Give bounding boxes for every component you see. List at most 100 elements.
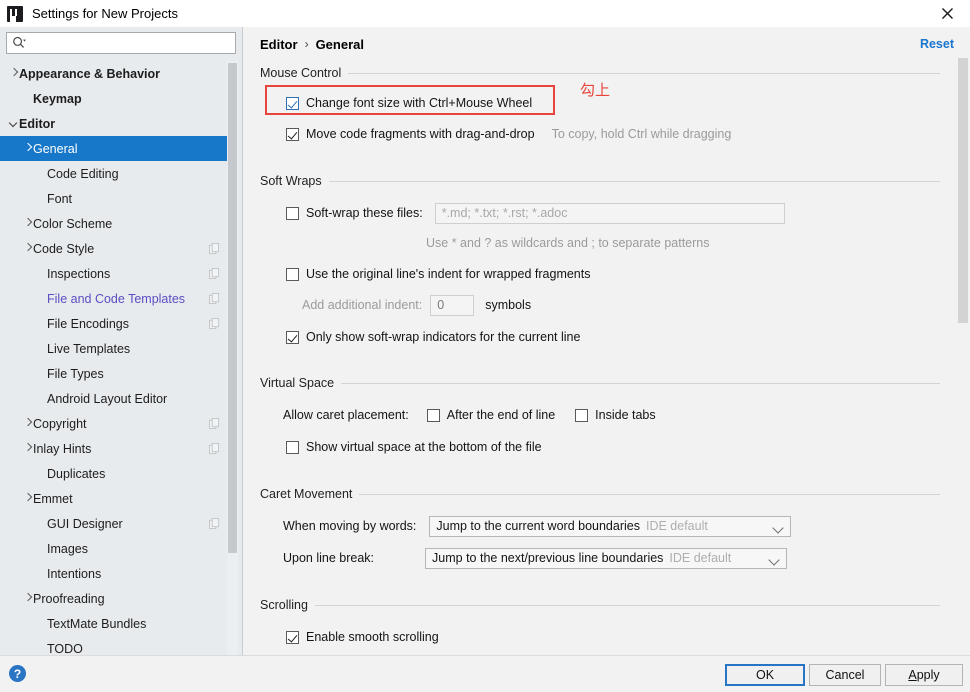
- sidebar-item-todo[interactable]: TODO: [0, 636, 232, 656]
- row-move-code-fragments[interactable]: Move code fragments with drag-and-drop T…: [286, 123, 940, 145]
- cancel-button[interactable]: Cancel: [809, 664, 881, 686]
- chevron-right-icon[interactable]: [22, 218, 33, 229]
- enable-smooth-scrolling-checkbox[interactable]: [286, 630, 299, 644]
- copy-settings-icon[interactable]: [209, 293, 220, 304]
- soft-wrap-files-input[interactable]: *.md; *.txt; *.rst; *.adoc: [434, 202, 785, 224]
- copy-settings-icon[interactable]: [209, 243, 220, 254]
- row-original-indent[interactable]: Use the original line's indent for wrapp…: [286, 263, 940, 285]
- sidebar-item-intentions[interactable]: Intentions: [0, 561, 232, 586]
- sidebar-item-file-and-code-templates[interactable]: File and Code Templates: [0, 286, 232, 311]
- search-box[interactable]: [6, 32, 236, 54]
- ok-button[interactable]: OK: [725, 664, 805, 686]
- reset-link[interactable]: Reset: [920, 37, 954, 51]
- help-icon[interactable]: ?: [9, 665, 26, 682]
- sidebar-item-copyright[interactable]: Copyright: [0, 411, 232, 436]
- change-font-size-label: Change font size with Ctrl+Mouse Wheel: [306, 96, 533, 110]
- content-scrollbar[interactable]: [957, 58, 969, 655]
- copy-settings-icon[interactable]: [209, 443, 220, 454]
- group-header-caret-movement: Caret Movement: [260, 484, 940, 504]
- chevron-down-icon: [768, 553, 780, 566]
- settings-tree[interactable]: Appearance & Behavior Keymap Editor General…: [0, 61, 232, 655]
- chevron-right-icon[interactable]: [22, 593, 33, 604]
- sidebar-item-keymap[interactable]: Keymap: [0, 86, 232, 111]
- sidebar-item-emmet[interactable]: Emmet: [0, 486, 232, 511]
- sidebar-item-code-style[interactable]: Code Style: [0, 236, 232, 261]
- inside-tabs-checkbox[interactable]: [575, 408, 589, 422]
- sidebar-item-font[interactable]: Font: [0, 186, 232, 211]
- after-end-of-line-checkbox[interactable]: [426, 408, 440, 422]
- copy-settings-icon[interactable]: [209, 518, 220, 529]
- row-change-font-size[interactable]: Change font size with Ctrl+Mouse Wheel: [286, 92, 940, 114]
- row-only-show-indicators[interactable]: Only show soft-wrap indicators for the c…: [286, 326, 940, 348]
- copy-settings-icon[interactable]: [209, 418, 220, 429]
- show-virtual-space-checkbox[interactable]: [286, 440, 299, 454]
- move-code-fragments-checkbox[interactable]: [286, 127, 299, 141]
- row-enable-smooth-scrolling[interactable]: Enable smooth scrolling: [286, 626, 940, 648]
- show-virtual-space-label: Show virtual space at the bottom of the …: [306, 440, 542, 454]
- row-show-virtual-space[interactable]: Show virtual space at the bottom of the …: [286, 436, 940, 458]
- sidebar-item-label: File Encodings: [47, 316, 129, 331]
- additional-indent-input[interactable]: 0: [430, 294, 475, 316]
- group-caret-movement: Caret Movement When moving by words: Jum…: [260, 484, 940, 569]
- sidebar-item-gui-designer[interactable]: GUI Designer: [0, 511, 232, 536]
- sidebar-item-label: Font: [47, 191, 73, 206]
- group-header-virtual-space: Virtual Space: [260, 373, 940, 393]
- sidebar-item-inspections[interactable]: Inspections: [0, 261, 232, 286]
- soft-wrap-files-checkbox[interactable]: [286, 206, 299, 220]
- sidebar-item-general[interactable]: General: [0, 136, 232, 161]
- sidebar-item-duplicates[interactable]: Duplicates: [0, 461, 232, 486]
- sidebar-item-label: Keymap: [33, 91, 82, 106]
- close-button[interactable]: [924, 0, 970, 27]
- sidebar-item-label: General: [33, 141, 78, 156]
- sidebar-item-inlay-hints[interactable]: Inlay Hints: [0, 436, 232, 461]
- sidebar-item-images[interactable]: Images: [0, 536, 232, 561]
- sidebar-item-live-templates[interactable]: Live Templates: [0, 336, 232, 361]
- sidebar-item-editor[interactable]: Editor: [0, 111, 232, 136]
- sidebar-item-file-encodings[interactable]: File Encodings: [0, 311, 232, 336]
- row-allow-caret-placement: Allow caret placement: After the end of …: [283, 404, 940, 426]
- breadcrumb-root[interactable]: Editor: [260, 37, 298, 52]
- sidebar-item-label: Android Layout Editor: [47, 391, 168, 406]
- breadcrumb-leaf: General: [315, 36, 364, 52]
- group-title-virtual-space: Virtual Space: [260, 376, 335, 390]
- upon-line-break-dropdown[interactable]: Jump to the next/previous line boundarie…: [425, 547, 788, 569]
- sidebar-scrollbar[interactable]: [227, 61, 238, 655]
- original-indent-checkbox[interactable]: [286, 267, 299, 281]
- copy-settings-icon[interactable]: [209, 268, 220, 279]
- sidebar-item-label: File and Code Templates: [47, 291, 186, 306]
- breadcrumb-row: Editor › General Reset: [244, 32, 970, 56]
- sidebar-item-label: Images: [47, 541, 88, 556]
- row-when-moving-by-words: When moving by words: Jump to the curren…: [283, 515, 940, 537]
- original-indent-label: Use the original line's indent for wrapp…: [306, 267, 591, 281]
- copy-settings-icon[interactable]: [209, 318, 220, 329]
- chevron-right-icon[interactable]: [22, 493, 33, 504]
- chevron-down-icon[interactable]: [8, 118, 19, 129]
- change-font-size-checkbox[interactable]: [286, 96, 299, 110]
- row-soft-wrap-files[interactable]: Soft-wrap these files: *.md; *.txt; *.rs…: [286, 202, 940, 224]
- sidebar-item-appearance-behavior[interactable]: Appearance & Behavior: [0, 61, 232, 86]
- group-scrolling: Scrolling Enable smooth scrolling: [260, 595, 940, 648]
- chevron-right-icon[interactable]: [22, 418, 33, 429]
- chevron-right-icon[interactable]: [22, 443, 33, 454]
- sidebar-item-textmate-bundles[interactable]: TextMate Bundles: [0, 611, 232, 636]
- sidebar-scrollbar-thumb[interactable]: [228, 63, 237, 553]
- content-scrollbar-thumb[interactable]: [958, 58, 968, 323]
- chevron-right-icon[interactable]: [22, 143, 33, 154]
- only-show-indicators-checkbox[interactable]: [286, 330, 299, 344]
- close-icon: [941, 8, 953, 19]
- sidebar-item-code-editing[interactable]: Code Editing: [0, 161, 232, 186]
- sidebar-item-proofreading[interactable]: Proofreading: [0, 586, 232, 611]
- sidebar-item-color-scheme[interactable]: Color Scheme: [0, 211, 232, 236]
- search-input[interactable]: [29, 35, 235, 51]
- intellij-idea-icon: [7, 5, 23, 22]
- upon-line-break-label: Upon line break:: [283, 551, 375, 565]
- window-title: Settings for New Projects: [32, 6, 178, 21]
- chevron-right-icon[interactable]: [8, 68, 19, 79]
- chevron-right-icon[interactable]: [22, 243, 33, 254]
- sidebar-item-file-types[interactable]: File Types: [0, 361, 232, 386]
- apply-button[interactable]: Apply: [885, 664, 963, 686]
- sidebar-item-android-layout-editor[interactable]: Android Layout Editor: [0, 386, 232, 411]
- when-moving-by-words-dropdown[interactable]: Jump to the current word boundaries IDE …: [429, 515, 792, 537]
